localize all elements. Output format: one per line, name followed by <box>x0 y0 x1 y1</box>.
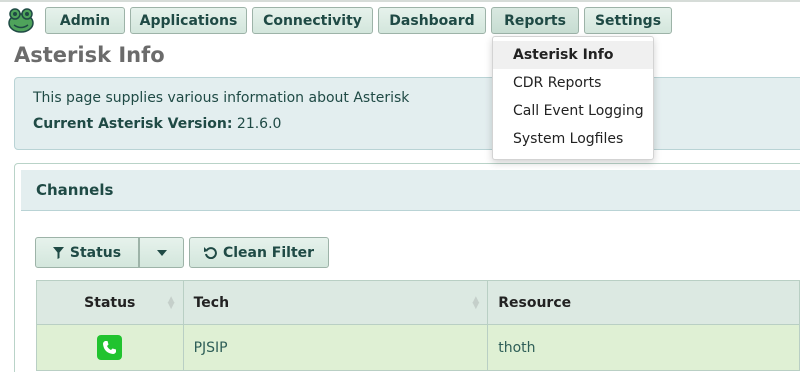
reports-dropdown-menu: Asterisk Info CDR Reports Call Event Log… <box>492 36 654 160</box>
table-header-row: Status ▲ ▼ Tech ▲ ▼ Resource <box>36 280 800 325</box>
phone-icon <box>97 335 123 360</box>
column-header-resource[interactable]: Resource <box>487 280 800 325</box>
status-cell <box>36 324 184 371</box>
nav-reports-button[interactable]: Reports <box>491 7 579 34</box>
undo-icon <box>203 247 217 259</box>
menu-item-asterisk-info[interactable]: Asterisk Info <box>493 41 653 69</box>
nav-dashboard-button[interactable]: Dashboard <box>378 7 486 34</box>
channels-title: Channels <box>36 181 114 199</box>
menu-item-cdr-reports[interactable]: CDR Reports <box>493 69 653 97</box>
nav-applications-button[interactable]: Applications <box>130 7 247 34</box>
resource-cell: thoth <box>487 324 800 371</box>
status-filter-dropdown-toggle[interactable] <box>139 237 184 268</box>
sort-icon: ▲ ▼ <box>167 295 175 311</box>
channels-panel-header: Channels <box>21 170 800 211</box>
tech-cell: PJSIP <box>182 324 489 371</box>
clean-filter-label: Clean Filter <box>222 244 315 261</box>
freepbx-frog-logo-icon[interactable] <box>7 8 35 34</box>
caret-down-icon <box>156 249 167 256</box>
menu-item-call-event-logging[interactable]: Call Event Logging <box>493 97 653 125</box>
nav-settings-button[interactable]: Settings <box>584 7 672 34</box>
column-header-label: Tech <box>193 294 230 311</box>
table-row[interactable]: PJSIP thoth <box>36 324 800 371</box>
sort-icon: ▲ ▼ <box>472 295 480 311</box>
column-header-tech[interactable]: Tech ▲ ▼ <box>182 280 489 325</box>
top-navigation: Admin Applications Connectivity Dashboar… <box>0 0 800 38</box>
menu-item-system-logfiles[interactable]: System Logfiles <box>493 125 653 153</box>
nav-admin-button[interactable]: Admin <box>45 7 125 34</box>
column-header-status[interactable]: Status ▲ ▼ <box>36 280 184 325</box>
filter-icon <box>52 246 64 259</box>
channels-table: Status ▲ ▼ Tech ▲ ▼ Resource PJSIP thoth <box>36 280 800 371</box>
clean-filter-button[interactable]: Clean Filter <box>189 237 329 268</box>
status-filter-label: Status <box>69 244 122 261</box>
version-value: 21.6.0 <box>236 116 282 132</box>
page-title: Asterisk Info <box>14 43 165 67</box>
column-header-label: Status <box>84 294 136 311</box>
info-description: This page supplies various information a… <box>33 90 410 106</box>
info-box: This page supplies various information a… <box>14 77 800 150</box>
column-header-label: Resource <box>498 294 572 311</box>
nav-connectivity-button[interactable]: Connectivity <box>252 7 373 34</box>
status-filter-button[interactable]: Status <box>35 237 139 268</box>
version-label: Current Asterisk Version: <box>33 116 233 132</box>
version-line: Current Asterisk Version: 21.6.0 <box>33 116 281 132</box>
